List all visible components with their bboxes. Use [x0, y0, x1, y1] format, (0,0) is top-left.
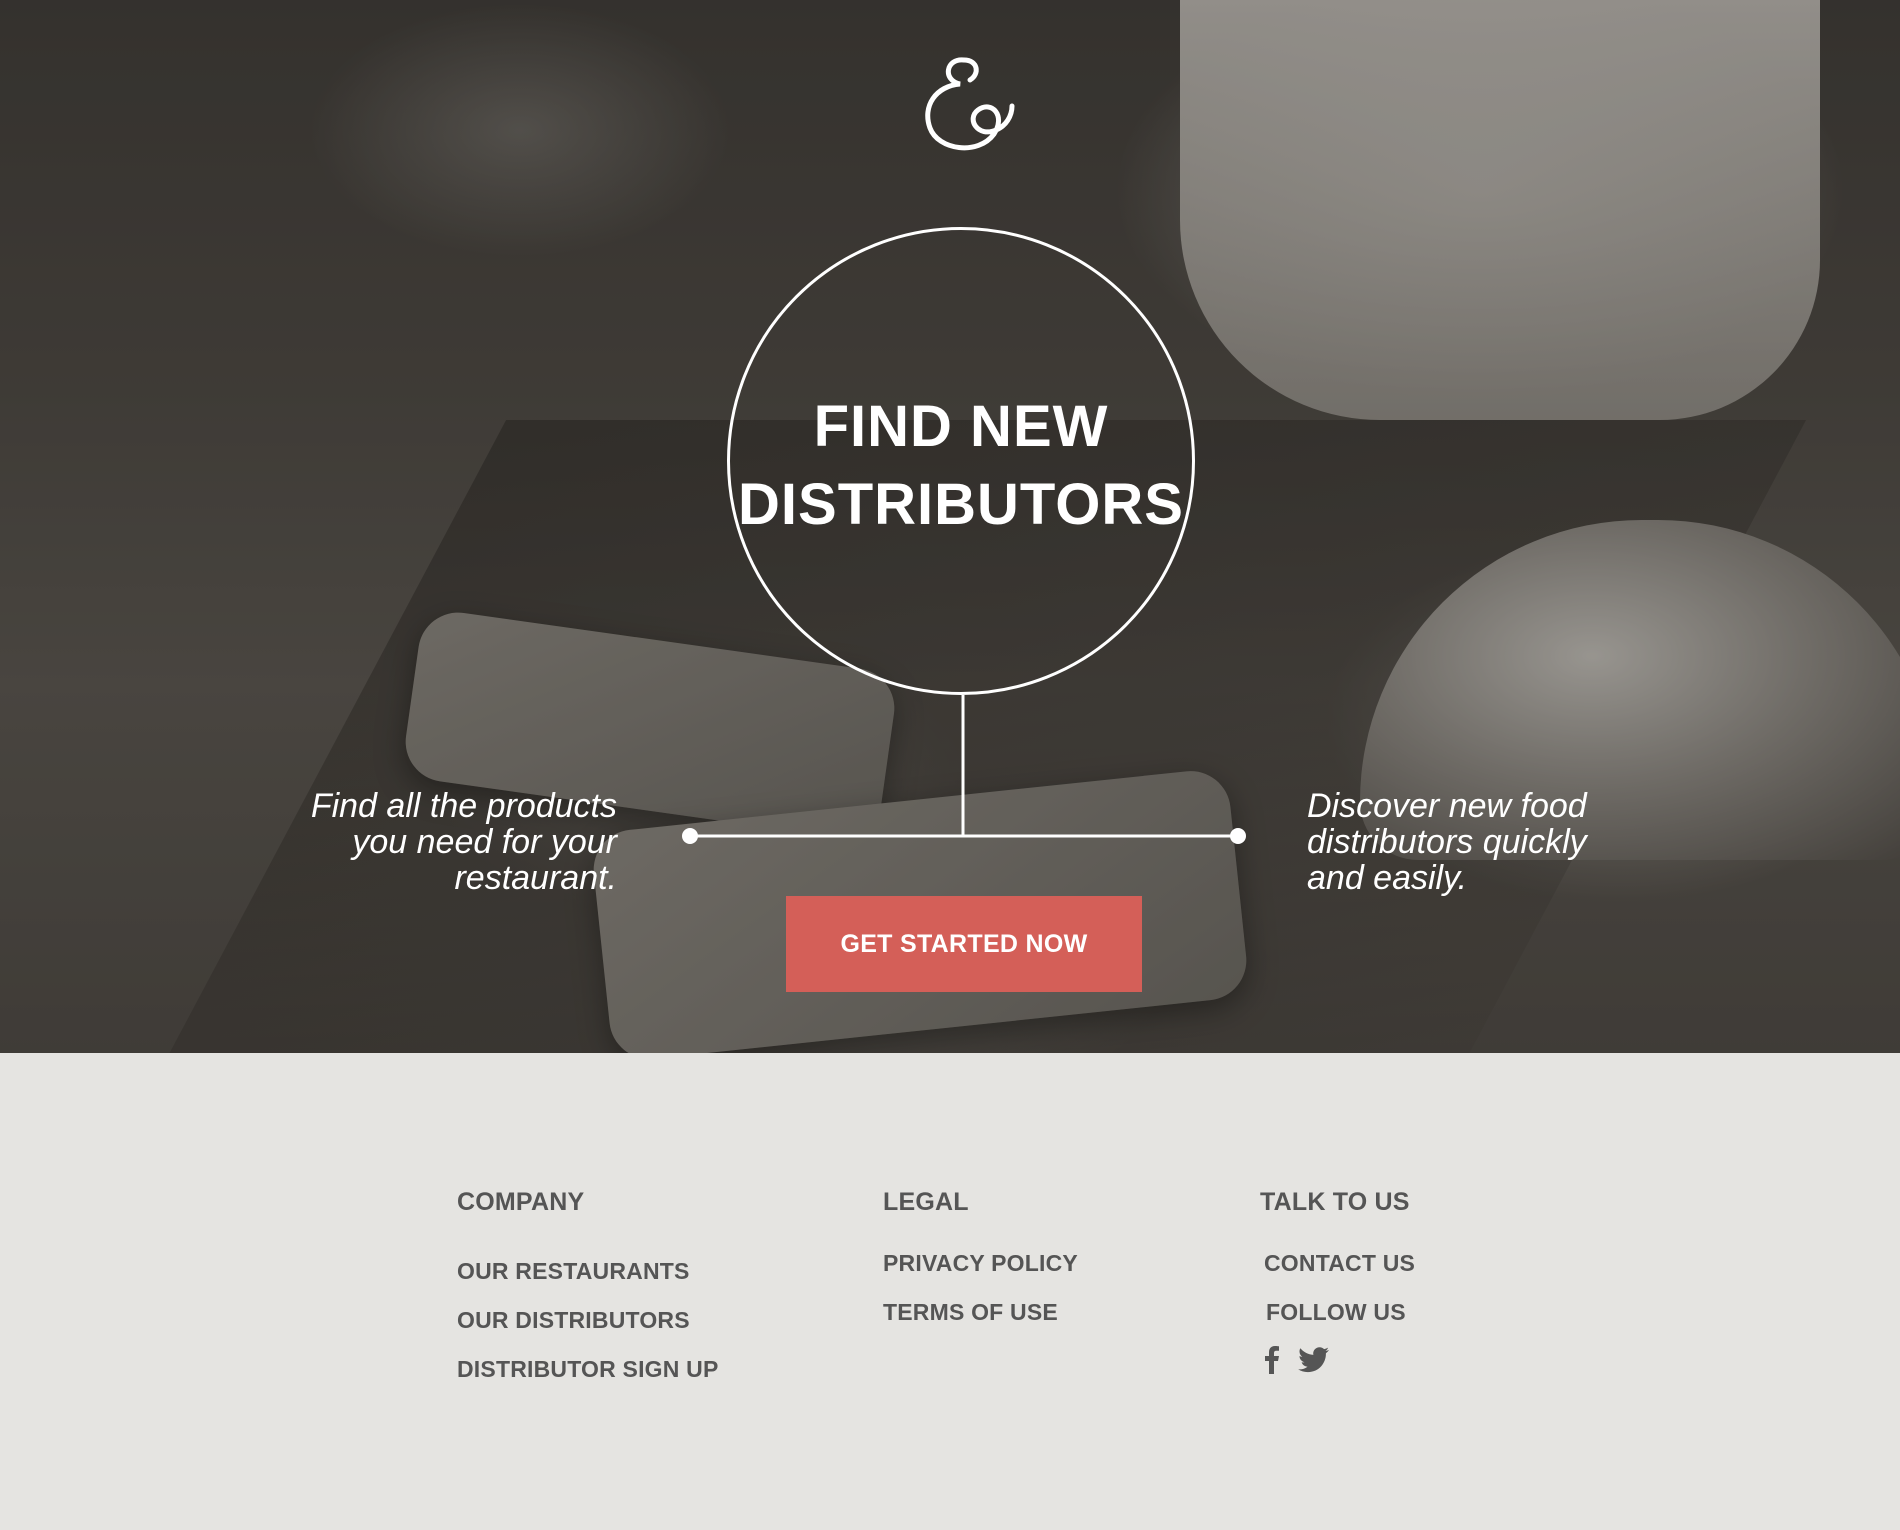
tagline-line: restaurant. [454, 859, 617, 897]
footer-link-distributor-sign-up[interactable]: DISTRIBUTOR SIGN UP [457, 1356, 719, 1383]
footer-link-our-restaurants[interactable]: OUR RESTAURANTS [457, 1258, 690, 1285]
tagline-line: Find all the products [310, 787, 617, 825]
footer-legal-column: LEGAL PRIVACY POLICY TERMS OF USE [883, 1188, 1078, 1325]
footer-link-terms-of-use[interactable]: TERMS OF USE [883, 1299, 1058, 1326]
facebook-icon[interactable] [1264, 1346, 1280, 1379]
footer-company-heading: COMPANY [457, 1188, 585, 1216]
footer-legal-heading: LEGAL [883, 1188, 969, 1216]
tagline-line: Discover new food [1307, 787, 1587, 825]
footer-link-contact-us[interactable]: CONTACT US [1264, 1250, 1415, 1277]
tagline-line: you need for your [352, 823, 617, 861]
footer-link-follow-us[interactable]: FOLLOW US [1266, 1299, 1406, 1326]
hero-right-tagline: Discover new food distributors quickly a… [1307, 788, 1627, 896]
footer-talk-heading: TALK TO US [1260, 1188, 1410, 1216]
hero-section: FIND NEW DISTRIBUTORS Find all the produ… [0, 0, 1900, 1053]
tagline-line: and easily. [1307, 859, 1468, 897]
footer-talk-column: TALK TO US CONTACT US FOLLOW US [1260, 1188, 1415, 1325]
footer-company-column: COMPANY OUR RESTAURANTS OUR DISTRIBUTORS… [457, 1188, 718, 1382]
hero-left-tagline: Find all the products you need for your … [297, 788, 617, 896]
social-icons [1264, 1346, 1330, 1379]
footer [0, 1053, 1900, 1530]
footer-link-privacy-policy[interactable]: PRIVACY POLICY [883, 1250, 1078, 1277]
tagline-line: distributors quickly [1307, 823, 1587, 861]
footer-link-our-distributors[interactable]: OUR DISTRIBUTORS [457, 1307, 690, 1334]
get-started-button[interactable]: GET STARTED NOW [786, 896, 1142, 992]
twitter-icon[interactable] [1298, 1347, 1330, 1378]
